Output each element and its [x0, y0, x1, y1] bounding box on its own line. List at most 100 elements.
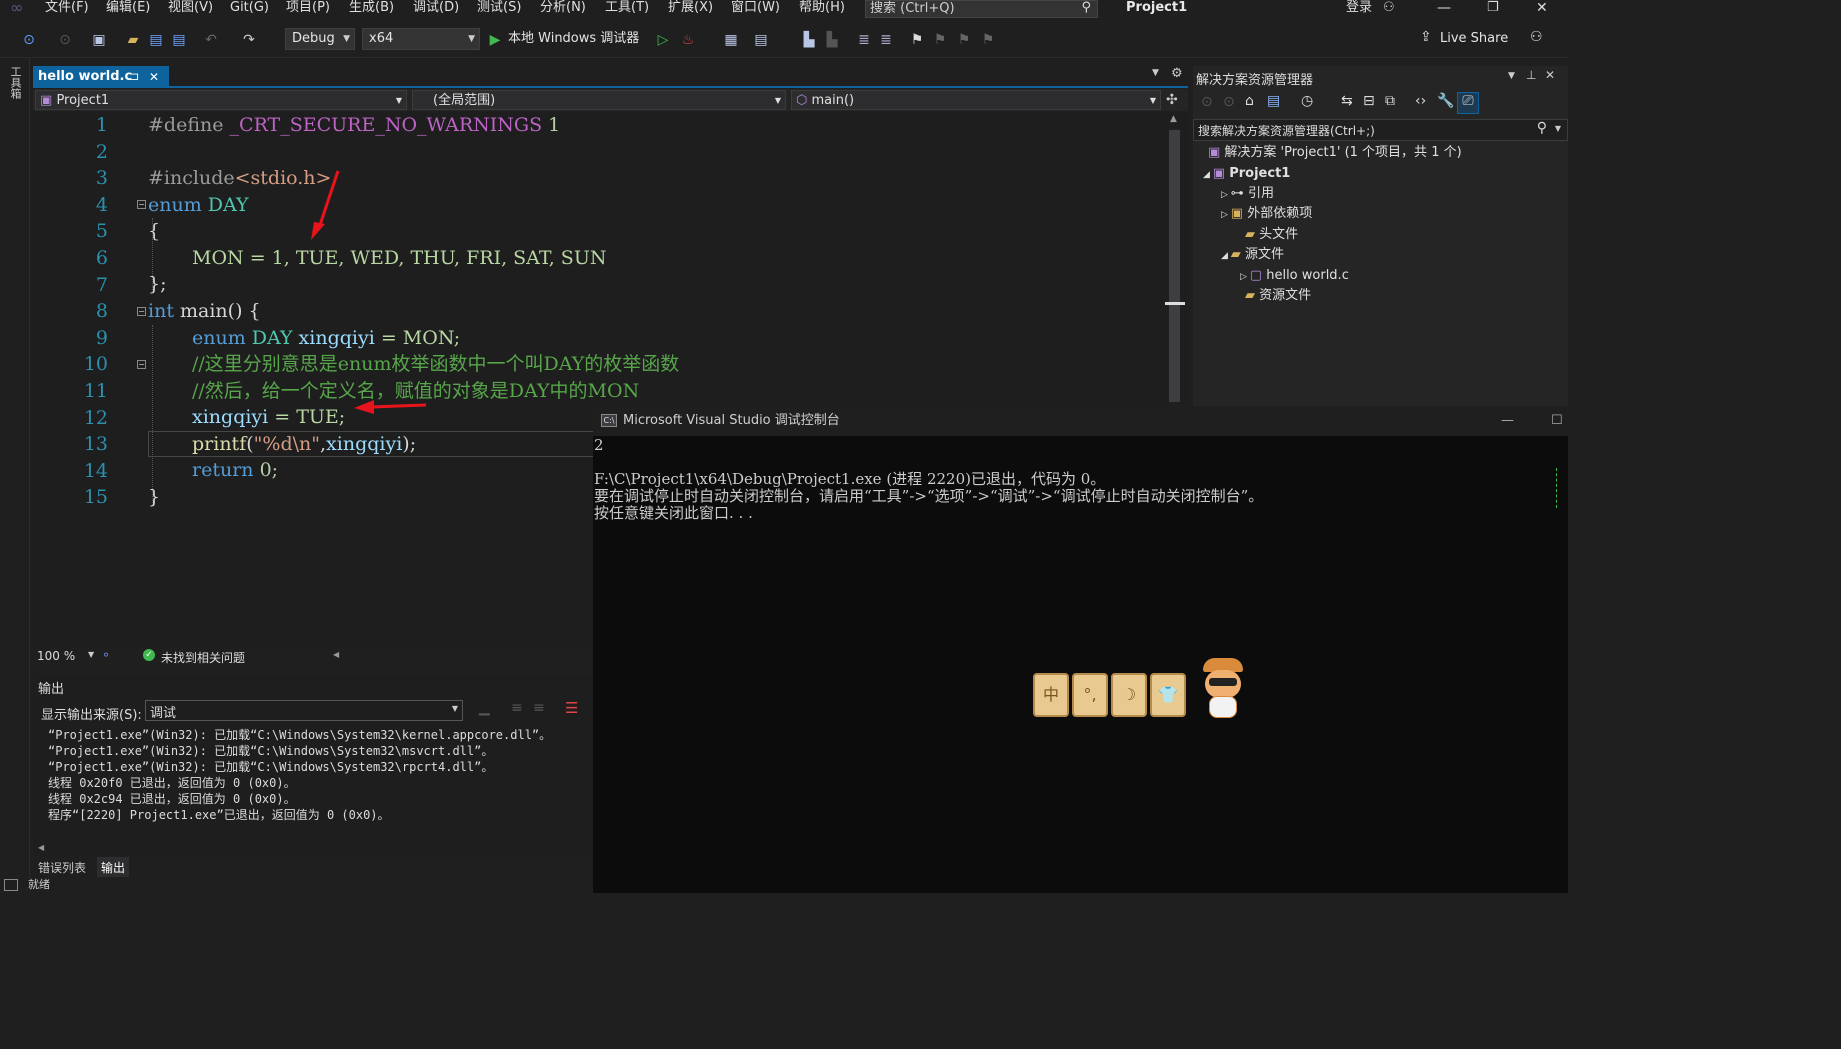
scroll-thumb[interactable]: [1169, 130, 1180, 402]
project-dropdown[interactable]: ▣ Project1 ▼: [35, 90, 407, 110]
bookmark-next-icon[interactable]: ⚑: [957, 30, 971, 50]
login-link[interactable]: 登录: [1346, 0, 1372, 16]
find-message-icon[interactable]: ▁: [479, 700, 490, 716]
run-debugger-button[interactable]: 本地 Windows 调试器: [508, 29, 639, 49]
pending-changes-icon[interactable]: ◷: [1301, 93, 1313, 109]
live-share-button[interactable]: Live Share: [1440, 31, 1508, 46]
hot-reload-icon[interactable]: ♨: [679, 30, 697, 50]
preview-icon[interactable]: ⎚: [1457, 92, 1479, 114]
pin-icon[interactable]: ⊐: [130, 66, 139, 88]
menu-test[interactable]: 测试(S): [477, 0, 521, 18]
tree-solution[interactable]: ▣ 解决方案 'Project1' (1 个项目，共 1 个): [1208, 143, 1462, 163]
menu-tools[interactable]: 工具(T): [605, 0, 649, 18]
sync-icon[interactable]: ⇆: [1341, 93, 1353, 109]
menu-help[interactable]: 帮助(H): [799, 0, 845, 18]
config-select[interactable]: Debug ▼: [285, 28, 355, 50]
toolbar-icon-2[interactable]: ▤: [752, 30, 770, 50]
output-scroll-left-icon[interactable]: ◀: [38, 843, 44, 852]
redo-icon[interactable]: ↷: [240, 30, 258, 50]
undo-icon[interactable]: ↶: [202, 30, 220, 50]
output-source-select[interactable]: 调试 ▼: [145, 700, 463, 721]
code-token: int: [148, 300, 174, 322]
maximize-icon[interactable]: ☐: [1551, 406, 1563, 436]
bookmark-prev-icon[interactable]: ⚑: [933, 30, 947, 50]
menu-file[interactable]: 文件(F): [45, 0, 89, 18]
bookmark-clear-icon[interactable]: ⚑: [981, 30, 995, 50]
home-icon[interactable]: ⌂: [1245, 93, 1254, 109]
tree-external-deps[interactable]: ▷ ▣ 外部依赖项: [1221, 204, 1312, 224]
toolbar-icon-3[interactable]: ▙: [800, 30, 818, 50]
fold-toggle-icon[interactable]: −: [137, 360, 146, 369]
menu-extensions[interactable]: 扩展(X): [668, 0, 713, 18]
uncomment-icon[interactable]: ≣: [877, 30, 895, 50]
new-project-icon[interactable]: ▣: [89, 30, 109, 50]
next-message-icon[interactable]: ≡: [533, 700, 545, 716]
toolbar-icon-4[interactable]: ▙: [823, 30, 841, 50]
menu-debug[interactable]: 调试(D): [413, 0, 459, 18]
restore-icon[interactable]: ❐: [1487, 0, 1499, 15]
scope-dropdown[interactable]: (全局范围) ▼: [412, 90, 786, 110]
back-icon[interactable]: ⊙: [1201, 94, 1213, 110]
forward-icon[interactable]: ⊙: [1223, 94, 1235, 110]
menu-project[interactable]: 项目(P): [286, 0, 330, 18]
tree-hello-world-c[interactable]: ▷ ▢ hello world.c: [1240, 266, 1349, 286]
tree-resource-files[interactable]: ▰ 资源文件: [1245, 286, 1311, 306]
menu-git[interactable]: Git(G): [230, 0, 269, 18]
tab-overflow-icon[interactable]: ▼: [1152, 68, 1159, 78]
back-icon[interactable]: ⊙: [20, 30, 38, 50]
account-icon[interactable]: ⚇: [1383, 0, 1395, 15]
show-all-files-icon[interactable]: ⧉: [1385, 93, 1395, 109]
menu-analyze[interactable]: 分析(N): [540, 0, 586, 18]
run-without-debug-icon[interactable]: ▷: [655, 30, 671, 50]
scroll-up-icon[interactable]: ▲: [1170, 114, 1177, 124]
close-window-icon[interactable]: ✕: [1536, 0, 1548, 16]
clear-all-icon[interactable]: ☰: [565, 699, 578, 717]
collapse-all-icon[interactable]: ⊟: [1363, 93, 1375, 109]
function-dropdown[interactable]: ⬡ main() ▼: [791, 90, 1161, 110]
editor-scrollbar[interactable]: ▲: [1163, 112, 1188, 404]
chevron-down-icon[interactable]: ▼: [88, 650, 94, 659]
tree-references[interactable]: ▷ ⊶ 引用: [1221, 184, 1274, 204]
switch-views-icon[interactable]: ▤: [1267, 93, 1280, 109]
comment-icon[interactable]: ≣: [855, 30, 873, 50]
prev-message-icon[interactable]: ≡: [511, 700, 523, 716]
fold-toggle-icon[interactable]: −: [137, 307, 146, 316]
feedback-icon[interactable]: ⚇: [1530, 29, 1543, 45]
menu-edit[interactable]: 编辑(E): [106, 0, 150, 18]
tree-source-files[interactable]: ◢ ▰ 源文件: [1221, 245, 1284, 265]
properties-icon[interactable]: 🔧: [1437, 93, 1454, 109]
console-scrollbar[interactable]: [1556, 468, 1564, 508]
settings-gear-icon[interactable]: ⚙: [1171, 66, 1183, 81]
fold-toggle-icon[interactable]: −: [137, 200, 146, 209]
menu-view[interactable]: 视图(V): [168, 0, 213, 18]
toolbox-tab[interactable]: 工具箱: [7, 66, 23, 99]
platform-select[interactable]: x64 ▼: [362, 28, 480, 50]
run-icon[interactable]: ▶: [487, 30, 503, 50]
tree-project[interactable]: ◢ ▣ Project1: [1203, 164, 1290, 184]
code-view-icon[interactable]: ‹›: [1415, 93, 1426, 109]
forward-icon[interactable]: ⊙: [56, 30, 74, 50]
split-icon[interactable]: ✣: [1166, 92, 1178, 108]
bookmark-icon[interactable]: ⚑: [910, 30, 924, 50]
minimize-icon[interactable]: —: [1437, 0, 1451, 16]
zoom-level[interactable]: 100 %: [37, 649, 75, 663]
scroll-left-icon[interactable]: ◀: [333, 650, 339, 659]
toolbar-icon-1[interactable]: ▦: [722, 30, 740, 50]
save-icon[interactable]: ▤: [147, 30, 165, 50]
open-folder-icon[interactable]: ▰: [124, 30, 142, 50]
se-search-input[interactable]: 搜索解决方案资源管理器(Ctrl+;) ⚲ ▼: [1193, 119, 1568, 141]
tree-header-files[interactable]: ▰ 头文件: [1245, 225, 1298, 245]
tab-error-list[interactable]: 错误列表: [38, 859, 86, 876]
menu-build[interactable]: 生成(B): [349, 0, 394, 18]
close-tab-icon[interactable]: ✕: [149, 66, 159, 88]
pin-icon[interactable]: ⊥: [1526, 68, 1536, 82]
minimize-icon[interactable]: —: [1501, 406, 1514, 436]
close-panel-icon[interactable]: ✕: [1545, 68, 1555, 82]
menu-window[interactable]: 窗口(W): [731, 0, 780, 18]
search-box[interactable]: 搜索 (Ctrl+Q) ⚲: [865, 0, 1098, 18]
tab-hello-world[interactable]: hello world.c ⊐ ✕: [33, 66, 169, 88]
tab-output[interactable]: 输出: [97, 857, 130, 877]
chevron-down-icon[interactable]: ▼: [1508, 71, 1515, 81]
save-all-icon[interactable]: ▤: [170, 30, 188, 50]
issues-status[interactable]: 未找到相关问题: [161, 649, 245, 666]
